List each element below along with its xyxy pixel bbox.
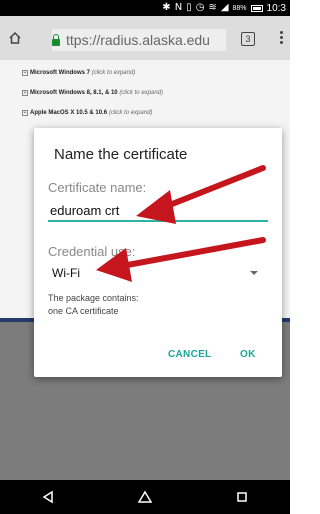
- menu-icon[interactable]: [280, 31, 284, 44]
- bluetooth-icon: ✱: [162, 2, 171, 13]
- back-icon[interactable]: [18, 480, 78, 514]
- battery-icon: [250, 4, 263, 12]
- battery-percent: 88%: [232, 4, 247, 12]
- package-info: The package contains: one CA certificate: [48, 292, 139, 318]
- expand-icon: +: [22, 90, 28, 96]
- list-item[interactable]: + Apple MacOS X 10.5 & 10.6 (click to ex…: [22, 110, 152, 116]
- clock: 10:3: [266, 2, 286, 14]
- wifi-icon: ≋: [208, 2, 217, 13]
- tab-switcher-button[interactable]: 3: [241, 32, 255, 46]
- package-line-2: one CA certificate: [48, 306, 119, 316]
- list-item[interactable]: + Microsoft Windows 8, 8.1, & 10 (click …: [22, 90, 163, 96]
- ok-button[interactable]: OK: [240, 349, 256, 360]
- credential-use-select[interactable]: Wi-Fi: [48, 262, 268, 284]
- dropdown-arrow-icon: [250, 271, 258, 275]
- nfc-icon: N: [174, 2, 183, 13]
- list-item[interactable]: + Microsoft Windows 7 (click to expand): [22, 70, 135, 76]
- home-nav-icon[interactable]: [115, 480, 175, 514]
- alarm-icon: ◷: [195, 2, 205, 13]
- recents-icon[interactable]: [212, 480, 272, 514]
- certificate-name-input[interactable]: [48, 200, 268, 222]
- navigation-bar: [0, 480, 290, 514]
- status-bar: ✱ N ▯ ◷ ≋ ◢ 88% 10:3: [0, 0, 290, 16]
- url-bar[interactable]: ttps://radius.alaska.edu: [52, 29, 226, 51]
- url-text: ttps://radius.alaska.edu: [66, 32, 210, 48]
- vibrate-icon: ▯: [186, 2, 192, 13]
- certificate-name-label: Certificate name:: [48, 180, 147, 195]
- credential-use-label: Credential use:: [48, 244, 136, 259]
- name-certificate-dialog: Name the certificate Certificate name: C…: [34, 128, 282, 377]
- home-icon[interactable]: [0, 31, 30, 45]
- expand-icon: +: [22, 110, 28, 116]
- expand-icon: +: [22, 70, 28, 76]
- dialog-title: Name the certificate: [54, 146, 188, 163]
- package-line-1: The package contains:: [48, 293, 139, 303]
- lock-icon: [52, 33, 60, 46]
- credential-use-value: Wi-Fi: [52, 266, 80, 280]
- signal-icon: ◢: [220, 2, 229, 13]
- cancel-button[interactable]: CANCEL: [168, 349, 211, 360]
